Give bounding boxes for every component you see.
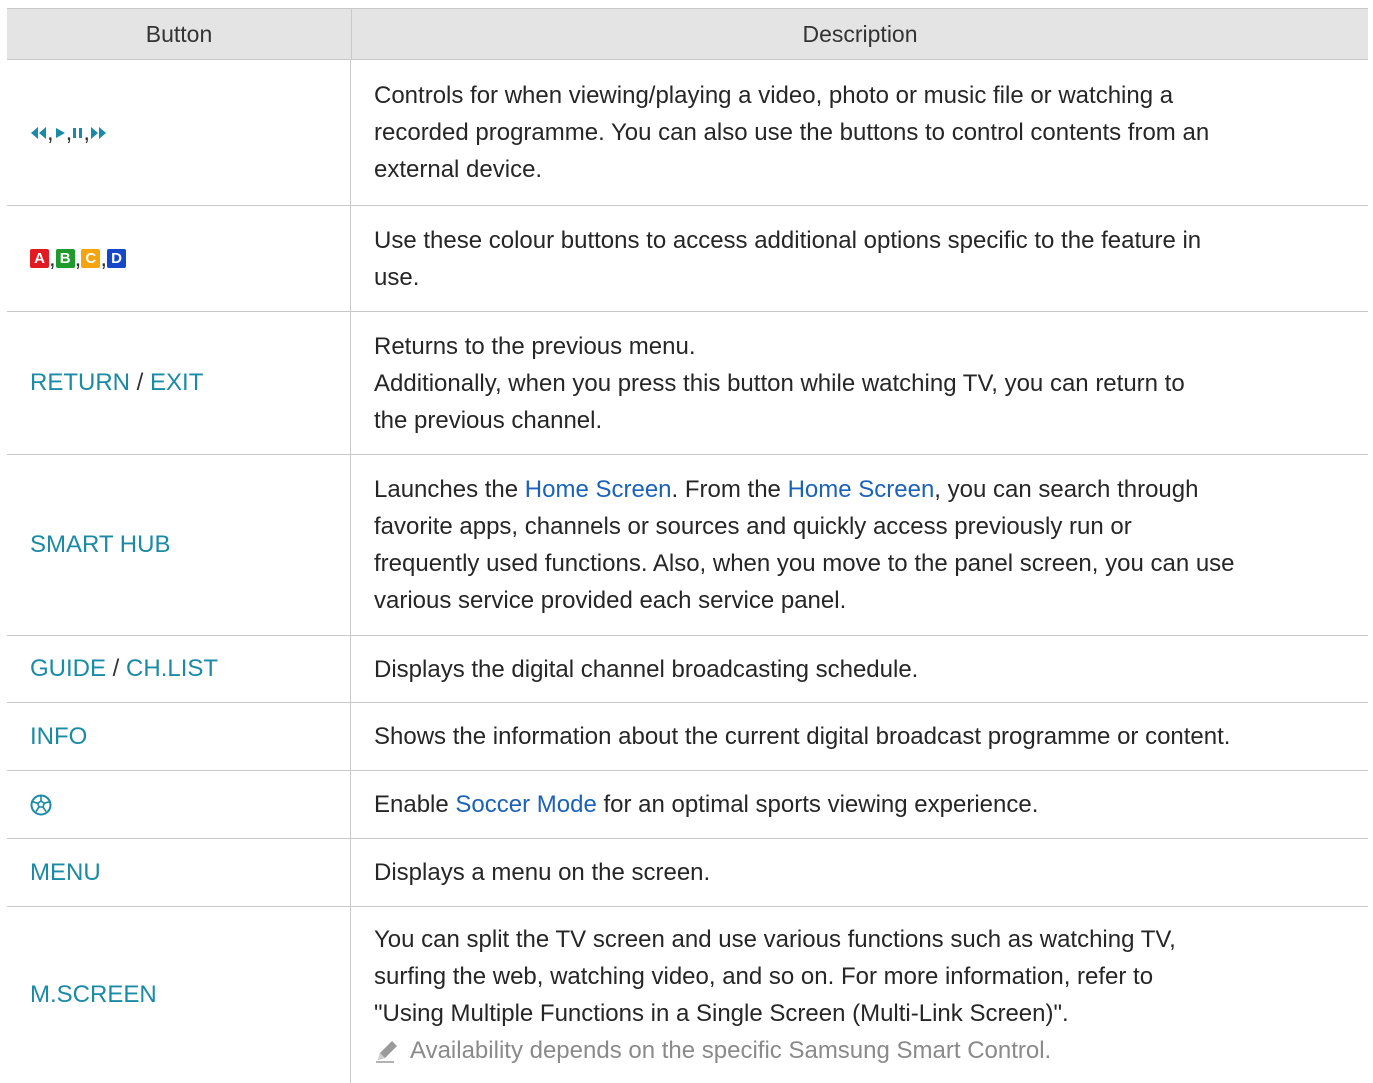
smart-hub-button-label: SMART HUB xyxy=(30,531,171,558)
row-description: Displays the digital channel broadcastin… xyxy=(351,636,1368,702)
row-button-cell: INFO xyxy=(7,703,351,770)
availability-note: Availability depends on the specific Sam… xyxy=(374,1032,1358,1069)
description-line: the previous channel. xyxy=(374,406,603,434)
table-row: MENU Displays a menu on the screen. xyxy=(7,839,1368,907)
table-header: Button Description xyxy=(7,8,1368,60)
soccer-mode-link[interactable]: Soccer Mode xyxy=(455,791,596,818)
yellow-c-button-icon: C xyxy=(81,249,101,268)
home-screen-link[interactable]: Home Screen xyxy=(525,476,672,503)
row-button-cell xyxy=(7,771,351,838)
table-row: A, B, C, D Use these colour buttons to a… xyxy=(7,206,1368,312)
row-button-cell: SMART HUB xyxy=(7,455,351,635)
description-line: Displays a menu on the screen. xyxy=(374,859,711,886)
header-button: Button xyxy=(7,9,352,59)
table-row: GUIDE / CH.LIST Displays the digital cha… xyxy=(7,636,1368,703)
separator: , xyxy=(83,118,91,146)
table-row: , , , Controls for when viewing/playing … xyxy=(7,60,1368,206)
table-row: Enable Soccer Mode for an optimal sports… xyxy=(7,771,1368,839)
menu-button-label: MENU xyxy=(30,858,101,886)
row-description: Displays a menu on the screen. xyxy=(351,839,1368,906)
m-screen-button-label: M.SCREEN xyxy=(30,981,157,1008)
table-row: SMART HUB Launches the Home Screen. From… xyxy=(7,455,1368,636)
row-button-cell: , , , xyxy=(7,60,351,205)
row-description: Controls for when viewing/playing a vide… xyxy=(351,60,1368,205)
row-button-cell: MENU xyxy=(7,839,351,906)
row-description: Enable Soccer Mode for an optimal sports… xyxy=(351,771,1368,838)
button-table: Button Description , , , Controls for wh… xyxy=(7,8,1368,1083)
description-line: Returns to the previous menu. xyxy=(374,332,696,360)
description-line: You can split the TV screen and use vari… xyxy=(374,926,1176,953)
separator: , xyxy=(100,244,108,272)
description-line: Displays the digital channel broadcastin… xyxy=(374,655,919,683)
description-text: , you can search through xyxy=(934,476,1199,503)
separator: , xyxy=(65,118,73,146)
table-row: RETURN / EXIT Returns to the previous me… xyxy=(7,312,1368,455)
rewind-icon xyxy=(31,126,46,139)
ch-list-button-label: CH.LIST xyxy=(126,655,219,682)
description-line: Additionally, when you press this button… xyxy=(374,369,1185,397)
blue-d-button-icon: D xyxy=(107,249,127,268)
pencil-icon xyxy=(376,1040,397,1063)
separator: , xyxy=(47,118,54,146)
table-row: M.SCREEN You can split the TV screen and… xyxy=(7,907,1368,1083)
description-line: "Using Multiple Functions in a Single Sc… xyxy=(374,1000,1069,1027)
row-button-cell: M.SCREEN xyxy=(7,907,351,1083)
description-line: Launches the Home Screen. From the Home … xyxy=(374,471,1358,508)
soccer-ball-icon xyxy=(30,794,52,815)
exit-button-label: EXIT xyxy=(150,369,204,396)
description-line: recorded programme. You can also use the… xyxy=(374,119,1210,146)
header-description: Description xyxy=(802,20,918,47)
description-line: frequently used functions. Also, when yo… xyxy=(374,550,1235,577)
description-text: Launches the xyxy=(374,476,525,503)
table-row: INFO Shows the information about the cur… xyxy=(7,703,1368,771)
play-icon xyxy=(55,127,65,138)
row-description: Returns to the previous menu. Additional… xyxy=(351,312,1368,454)
description-line: Controls for when viewing/playing a vide… xyxy=(374,82,1174,109)
separator: / xyxy=(106,655,127,682)
description-line: various service provided each service pa… xyxy=(374,587,847,614)
description-line: Enable Soccer Mode for an optimal sports… xyxy=(374,786,1358,823)
info-button-label: INFO xyxy=(30,722,88,750)
description-text: for an optimal sports viewing experience… xyxy=(596,791,1039,818)
fast-forward-icon xyxy=(91,126,107,139)
green-b-button-icon: B xyxy=(55,249,75,268)
separator: , xyxy=(49,244,56,272)
row-description: You can split the TV screen and use vari… xyxy=(351,907,1368,1083)
separator: , xyxy=(74,244,82,272)
separator: / xyxy=(130,369,151,396)
description-line: Use these colour buttons to access addit… xyxy=(374,226,1202,254)
row-button-cell: GUIDE / CH.LIST xyxy=(7,636,351,702)
pause-icon xyxy=(73,127,83,138)
row-description: Shows the information about the current … xyxy=(351,703,1368,770)
red-a-button-icon: A xyxy=(30,249,49,268)
row-description: Use these colour buttons to access addit… xyxy=(351,206,1368,311)
description-line: external device. xyxy=(374,156,543,183)
description-line: favorite apps, channels or sources and q… xyxy=(374,513,1132,540)
row-button-cell: RETURN / EXIT xyxy=(7,312,351,454)
note-text: Availability depends on the specific Sam… xyxy=(410,1037,1052,1064)
return-button-label: RETURN xyxy=(30,369,130,396)
description-text: . From the xyxy=(671,476,788,503)
description-line: use. xyxy=(374,263,420,291)
row-button-cell: A, B, C, D xyxy=(7,206,351,311)
description-text: Enable xyxy=(374,791,456,818)
home-screen-link[interactable]: Home Screen xyxy=(788,476,935,503)
description-line: surfing the web, watching video, and so … xyxy=(374,963,1154,990)
description-line: Shows the information about the current … xyxy=(374,723,1231,750)
guide-button-label: GUIDE xyxy=(30,655,107,682)
row-description: Launches the Home Screen. From the Home … xyxy=(351,455,1368,635)
